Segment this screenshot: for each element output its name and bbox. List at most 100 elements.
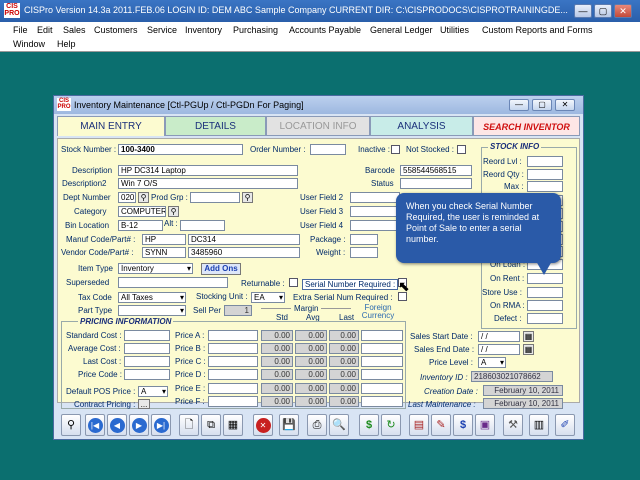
price-b-foreign[interactable]: [361, 343, 403, 354]
weight-field[interactable]: [350, 247, 378, 258]
not-stocked-checkbox[interactable]: [457, 145, 466, 154]
inv-minimize-button[interactable]: —: [509, 99, 529, 111]
price-e-foreign[interactable]: [361, 383, 403, 394]
delete-icon[interactable]: ✕: [253, 414, 273, 436]
default-pos-price-select[interactable]: A: [138, 386, 168, 397]
report-icon[interactable]: ▤: [409, 414, 429, 436]
previous-record-icon[interactable]: ◀: [107, 414, 127, 436]
close-button[interactable]: ✕: [614, 4, 632, 18]
on-rma-field[interactable]: [527, 300, 563, 311]
menu-purchasing[interactable]: Purchasing: [233, 25, 278, 35]
description-field[interactable]: HP DC314 Laptop: [118, 165, 298, 176]
user-field2[interactable]: [350, 192, 400, 203]
price-a-foreign[interactable]: [361, 330, 403, 341]
tab-location-info[interactable]: LOCATION INFO: [266, 116, 370, 136]
package-field[interactable]: [350, 234, 378, 245]
inv-maximize-button[interactable]: ▢: [532, 99, 552, 111]
stock-number-field[interactable]: 100-3400: [118, 144, 243, 155]
menu-accounts-payable[interactable]: Accounts Payable: [289, 25, 361, 35]
price-b-field[interactable]: [208, 343, 258, 354]
tools-icon[interactable]: ⚒: [503, 414, 523, 436]
returnable-checkbox[interactable]: [289, 278, 298, 287]
tab-details[interactable]: DETAILS: [165, 116, 266, 136]
contract-pricing-button[interactable]: ...: [138, 399, 150, 409]
sales-start-calendar-icon[interactable]: ▦: [523, 331, 534, 342]
category-field[interactable]: COMPUTER: [118, 206, 166, 217]
price-d-field[interactable]: [208, 369, 258, 380]
order-number-field[interactable]: [310, 144, 346, 155]
sales-end-calendar-icon[interactable]: ▦: [523, 344, 534, 355]
refresh-icon[interactable]: ↻: [381, 414, 401, 436]
defect-field[interactable]: [527, 313, 563, 324]
part-type-select[interactable]: [118, 305, 186, 316]
tax-code-select[interactable]: All Taxes: [118, 292, 186, 303]
next-record-icon[interactable]: ▶: [129, 414, 149, 436]
new-document-icon[interactable]: 🗋: [179, 414, 199, 436]
vendor-part-field[interactable]: 3485960: [188, 247, 300, 258]
menu-help[interactable]: Help: [57, 39, 76, 49]
search-icon[interactable]: ⚲: [61, 414, 81, 436]
menu-sales[interactable]: Sales: [63, 25, 86, 35]
menu-custom-reports[interactable]: Custom Reports and Forms: [482, 25, 593, 35]
menu-utilities[interactable]: Utilities: [440, 25, 469, 35]
inv-close-button[interactable]: ✕: [555, 99, 575, 111]
edit-report-icon[interactable]: ✎: [431, 414, 451, 436]
maximize-button[interactable]: ▢: [594, 4, 612, 18]
inactive-checkbox[interactable]: [391, 145, 400, 154]
vendor-code-field[interactable]: SYNN: [142, 247, 186, 258]
add-ons-button[interactable]: Add Ons: [201, 263, 241, 275]
price-level-select[interactable]: A: [478, 357, 506, 368]
manuf-part-field[interactable]: DC314: [188, 234, 300, 245]
save-icon[interactable]: 💾: [279, 414, 299, 436]
price-a-field[interactable]: [208, 330, 258, 341]
reord-lvl-field[interactable]: [527, 156, 563, 167]
first-record-icon[interactable]: |◀: [85, 414, 105, 436]
price-code-field[interactable]: [124, 369, 170, 380]
max-field[interactable]: [527, 181, 563, 192]
sell-per-field[interactable]: 1: [224, 305, 252, 316]
menu-window[interactable]: Window: [13, 39, 45, 49]
dept-number-field[interactable]: 020: [118, 192, 136, 203]
tab-analysis[interactable]: ANALYSIS: [370, 116, 473, 136]
standard-cost-field[interactable]: [124, 330, 170, 341]
prod-grp-search-icon[interactable]: ⚲: [242, 192, 253, 203]
average-cost-field[interactable]: [124, 343, 170, 354]
menu-inventory[interactable]: Inventory: [185, 25, 222, 35]
menu-general-ledger[interactable]: General Ledger: [370, 25, 433, 35]
bin-location-field[interactable]: B-12: [118, 220, 163, 231]
tab-main-entry[interactable]: MAIN ENTRY: [57, 116, 165, 136]
alt-location-field[interactable]: [180, 220, 225, 231]
category-search-icon[interactable]: ⚲: [168, 206, 179, 217]
price-e-field[interactable]: [208, 383, 258, 394]
pen-icon[interactable]: ✐: [555, 414, 575, 436]
prod-grp-field[interactable]: [190, 192, 240, 203]
user-field4[interactable]: [350, 220, 400, 231]
menu-edit[interactable]: Edit: [37, 25, 53, 35]
dollar-icon[interactable]: $: [359, 414, 379, 436]
print-icon[interactable]: ⎙: [307, 414, 327, 436]
manuf-code-field[interactable]: HP: [142, 234, 186, 245]
price-d-foreign[interactable]: [361, 369, 403, 380]
last-cost-field[interactable]: [124, 356, 170, 367]
menu-file[interactable]: File: [13, 25, 28, 35]
description2-field[interactable]: Win 7 O/S: [118, 178, 298, 189]
item-type-select[interactable]: Inventory: [118, 263, 193, 274]
user-field3[interactable]: [350, 206, 400, 217]
menu-service[interactable]: Service: [147, 25, 177, 35]
dept-search-icon[interactable]: ⚲: [138, 192, 149, 203]
sales-end-field[interactable]: / /: [478, 344, 520, 355]
sales-start-field[interactable]: / /: [478, 331, 520, 342]
store-use-field[interactable]: [527, 287, 563, 298]
tab-search-inventory[interactable]: SEARCH INVENTOR: [473, 116, 580, 136]
money-report-icon[interactable]: $: [453, 414, 473, 436]
menu-customers[interactable]: Customers: [94, 25, 138, 35]
price-c-field[interactable]: [208, 356, 258, 367]
calculator-icon[interactable]: ▣: [475, 414, 495, 436]
price-f-field[interactable]: [208, 396, 258, 407]
stocking-unit-select[interactable]: EA: [251, 292, 285, 303]
price-c-foreign[interactable]: [361, 356, 403, 367]
copy-icon[interactable]: ⧉: [201, 414, 221, 436]
minimize-button[interactable]: —: [574, 4, 592, 18]
print-preview-icon[interactable]: 🔍: [329, 414, 349, 436]
grid-icon[interactable]: ▦: [223, 414, 243, 436]
